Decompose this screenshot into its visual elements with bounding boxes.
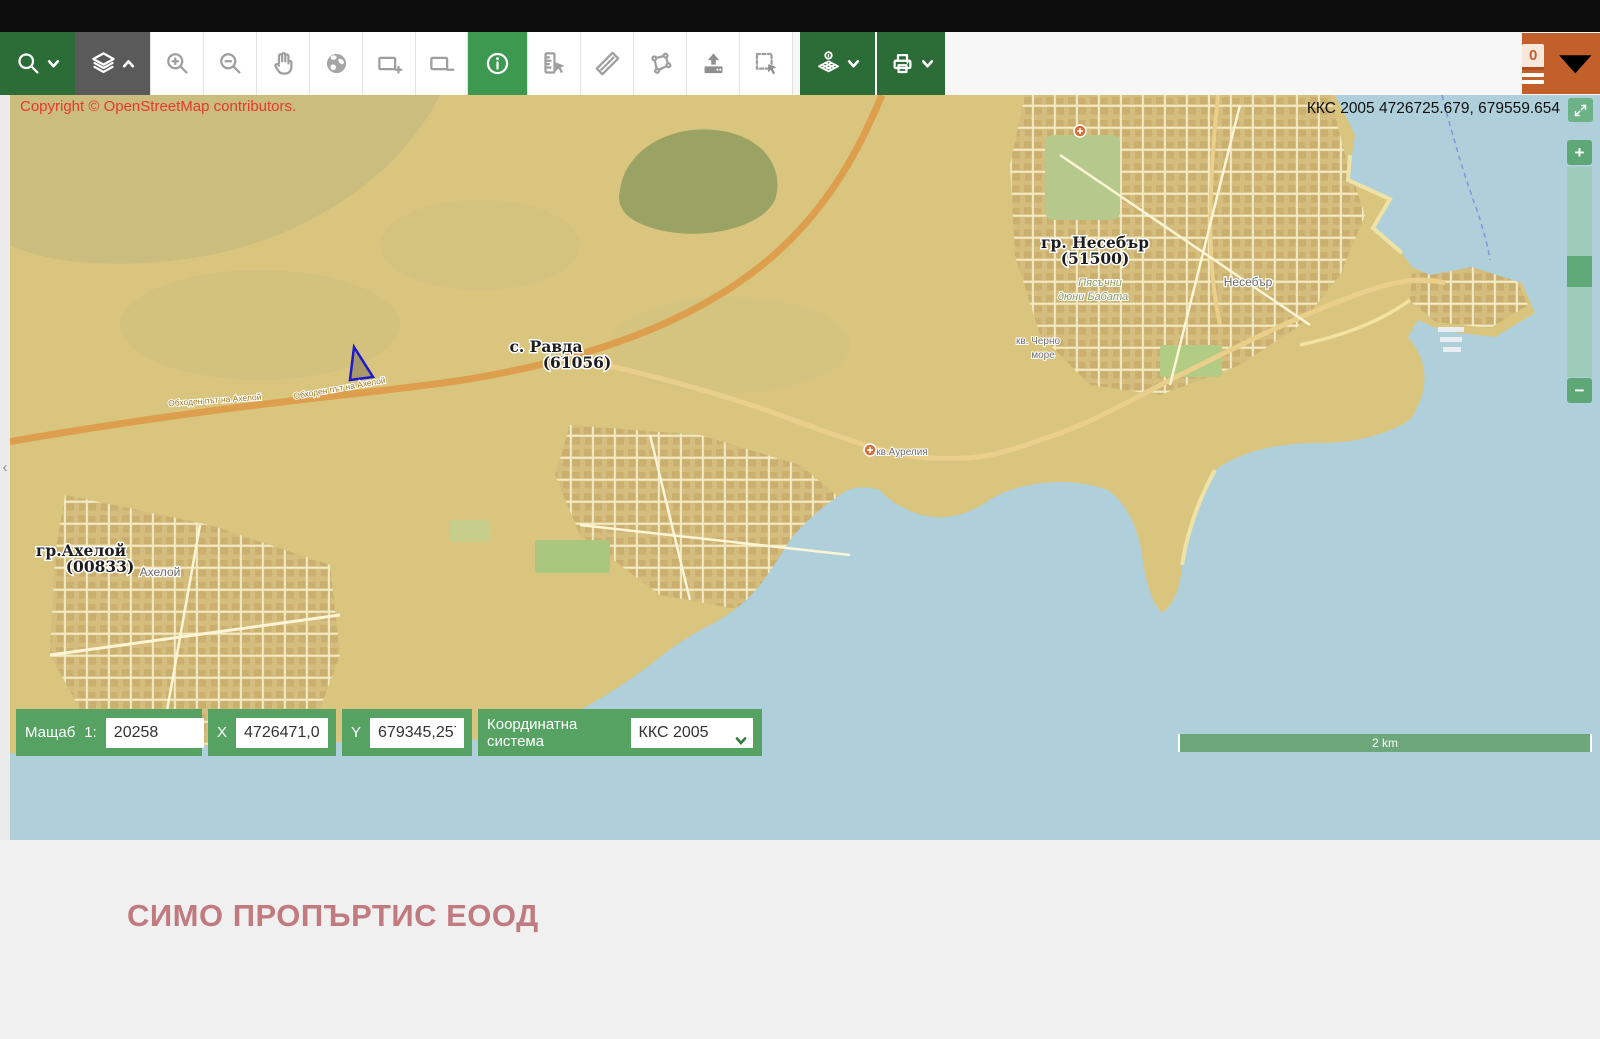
poi-marker xyxy=(1074,125,1086,137)
chevron-down-icon xyxy=(1551,39,1600,88)
page-footer: СИМО ПРОПЪРТИС ЕООД xyxy=(0,840,1600,1039)
search-icon xyxy=(15,50,42,77)
zoom-slider-handle[interactable] xyxy=(1567,256,1592,287)
pan-hand-icon xyxy=(270,50,297,77)
x-coordinate-segment: X xyxy=(208,709,336,756)
chevron-up-icon xyxy=(122,57,135,70)
chevron-down-icon xyxy=(734,735,748,747)
label-ravda-code: (61056) xyxy=(543,353,612,372)
osm-label-dunes-2: дюни Бабата xyxy=(1058,291,1128,303)
scale-ratio-label: 1: xyxy=(84,724,97,741)
panel-collapse-handle[interactable]: ‹ xyxy=(0,95,10,840)
y-label: Y xyxy=(351,724,361,741)
map-viewport[interactable]: с. Равда (61056) гр. Несебър (51500) гр.… xyxy=(0,95,1600,840)
layer-info-icon xyxy=(815,50,842,77)
zoom-box-out-button[interactable] xyxy=(415,32,468,95)
measure-area-button[interactable] xyxy=(633,32,686,95)
osm-label-cherno-1: кв. Черно xyxy=(1016,336,1061,347)
scale-input[interactable] xyxy=(106,718,204,748)
selection-list-button[interactable]: 0 xyxy=(1522,33,1600,94)
zoom-out-map-button[interactable]: − xyxy=(1567,378,1592,403)
minus-icon: − xyxy=(1575,381,1585,401)
chevron-down-icon xyxy=(47,57,60,70)
upload-button[interactable] xyxy=(686,32,739,95)
osm-label-dunes-1: Пясъчни xyxy=(1078,277,1122,289)
zoom-in-map-button[interactable]: + xyxy=(1567,140,1592,165)
label-aheloy-code: (00833) xyxy=(66,557,135,576)
poi-marker xyxy=(864,444,876,456)
pan-button[interactable] xyxy=(256,32,309,95)
layers-icon xyxy=(90,50,117,77)
zoom-in-button[interactable] xyxy=(150,32,203,95)
zoom-out-icon xyxy=(217,50,244,77)
crs-select[interactable]: ККС 2005 xyxy=(631,718,753,748)
select-by-box-button[interactable] xyxy=(739,32,793,95)
zoom-slider-track[interactable] xyxy=(1567,167,1592,377)
y-coordinate-segment: Y xyxy=(342,709,472,756)
osm-label-cherno-2: море xyxy=(1031,350,1055,361)
measure-select-button[interactable] xyxy=(527,32,580,95)
park-patch xyxy=(1045,135,1120,220)
gis-application: 0 xyxy=(0,0,1600,1039)
osm-label-aurelia: кв.Аурелия xyxy=(876,447,928,458)
cursor-coordinates-readout: ККС 2005 4726725.679, 679559.654 xyxy=(1307,100,1560,118)
browser-top-bar xyxy=(0,0,1600,32)
crs-selected-value: ККС 2005 xyxy=(639,724,709,742)
layers-button[interactable] xyxy=(75,32,150,95)
crs-label: Координатна система xyxy=(487,716,622,750)
plus-icon: + xyxy=(1575,143,1585,163)
expand-coordinates-button[interactable] xyxy=(1568,98,1593,122)
upload-icon xyxy=(700,50,727,77)
zoom-out-button[interactable] xyxy=(203,32,256,95)
measure-pointer-icon xyxy=(541,50,568,77)
info-icon xyxy=(484,50,511,77)
layer-info-button[interactable] xyxy=(800,32,875,95)
selection-list-line xyxy=(1522,80,1544,84)
label-nesebar-code: (51500) xyxy=(1061,249,1130,268)
chevron-down-icon xyxy=(847,57,860,70)
zoom-box-in-button[interactable] xyxy=(362,32,415,95)
search-button[interactable] xyxy=(0,32,75,95)
scale-label: Мащаб xyxy=(25,724,75,741)
selection-count-badge: 0 xyxy=(1522,44,1544,70)
map-toolbar: 0 xyxy=(0,32,1600,95)
x-label: X xyxy=(217,724,227,741)
x-coordinate-input[interactable] xyxy=(236,718,328,748)
zoom-box-in-icon xyxy=(376,50,403,77)
measure-distance-button[interactable] xyxy=(580,32,633,95)
crs-segment: Координатна система ККС 2005 xyxy=(478,709,762,756)
print-icon xyxy=(889,50,916,77)
osm-label-nesebar: Несебър xyxy=(1224,275,1273,289)
select-box-icon xyxy=(753,50,780,77)
zoom-box-out-icon xyxy=(428,50,455,77)
osm-label-aheloy: Ахелой xyxy=(140,565,181,579)
collapse-arrow-icon: ‹ xyxy=(3,459,8,476)
chevron-down-icon xyxy=(921,57,934,70)
expand-arrows-icon xyxy=(1573,103,1588,118)
scale-bar: 2 km xyxy=(1178,734,1592,752)
identify-button[interactable] xyxy=(468,32,527,95)
polygon-icon xyxy=(647,50,674,77)
scale-segment: Мащаб 1: xyxy=(16,709,202,756)
company-heading: СИМО ПРОПЪРТИС ЕООД xyxy=(127,898,539,934)
zoom-in-icon xyxy=(164,50,191,77)
scale-bar-label: 2 km xyxy=(1372,736,1398,750)
osm-copyright-link[interactable]: Copyright © OpenStreetMap contributors. xyxy=(20,98,296,115)
selection-list-icon: 0 xyxy=(1522,44,1544,84)
selection-list-line xyxy=(1522,73,1544,77)
y-coordinate-input[interactable] xyxy=(370,718,464,748)
globe-icon xyxy=(323,50,350,77)
world-extent-button[interactable] xyxy=(309,32,362,95)
ruler-icon xyxy=(594,50,621,77)
print-button[interactable] xyxy=(877,32,945,95)
